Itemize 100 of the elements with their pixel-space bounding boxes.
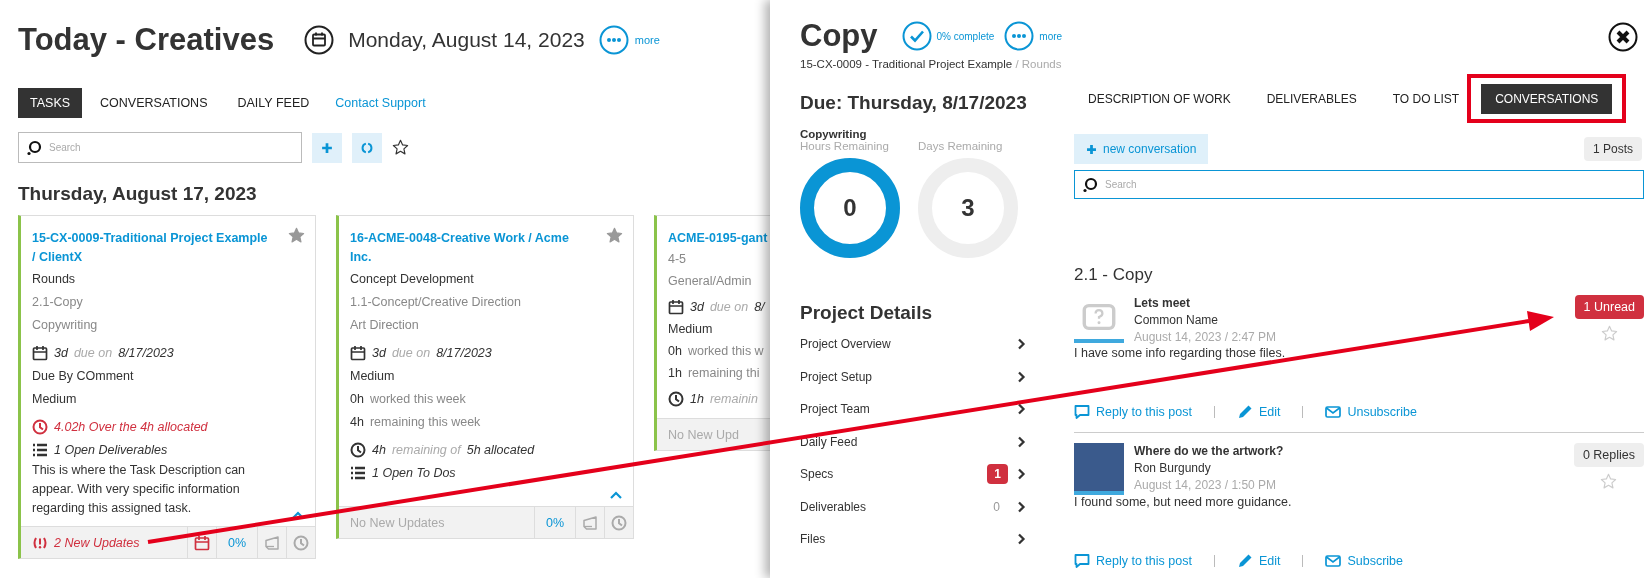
post-author: Common Name xyxy=(1134,312,1220,329)
current-date: Monday, August 14, 2023 xyxy=(348,28,585,52)
overtime-text: 4.02h Over the 4h allocated xyxy=(54,419,208,436)
hours-label: remaining thi xyxy=(687,365,760,382)
due-days: 3d xyxy=(372,342,386,364)
gauge-label: Hours Remaining xyxy=(800,140,890,152)
details-item[interactable]: Files xyxy=(800,523,1044,556)
details-item[interactable]: Specs 1 xyxy=(800,458,1044,491)
more-icon[interactable] xyxy=(1004,21,1035,51)
refresh-button[interactable] xyxy=(352,132,382,163)
card-text: 4-5 xyxy=(668,251,688,268)
due-date: 8/ xyxy=(754,299,765,316)
calendar-icon xyxy=(668,299,684,315)
chevron-right-icon xyxy=(1016,532,1028,547)
more-icon[interactable] xyxy=(598,25,629,55)
subscribe-link[interactable]: Subscribe xyxy=(1325,553,1404,569)
hours-label: worked this week xyxy=(369,391,466,408)
search-field[interactable]: Search xyxy=(1074,170,1644,199)
details-item[interactable]: Project Overview xyxy=(800,328,1044,361)
phase-breadcrumb: / Rounds xyxy=(1015,58,1062,70)
tab[interactable]: CONVERSATIONS xyxy=(1481,84,1613,114)
speech-bubble-icon xyxy=(1074,553,1090,569)
tab[interactable]: DAILY FEED xyxy=(225,88,322,118)
refresh-icon xyxy=(361,141,373,154)
more-link[interactable]: more xyxy=(1039,30,1063,42)
tab[interactable]: TO DO LIST xyxy=(1378,84,1474,114)
hours-amount: 0h xyxy=(668,343,682,360)
due-label: due on xyxy=(391,345,431,362)
open-items-text: 1 Open To Dos xyxy=(372,465,456,482)
reply-link[interactable]: Reply to this post xyxy=(1074,553,1192,569)
hours-label: remainin xyxy=(709,391,758,408)
card-text: Concept Development xyxy=(350,271,475,288)
chevron-right-icon xyxy=(1016,434,1028,449)
hours-amount: 1h xyxy=(690,391,704,408)
details-item[interactable]: Project Setup xyxy=(800,360,1044,393)
due-date-heading: Due: Thursday, 8/17/2023 xyxy=(800,92,1028,114)
clock-icon xyxy=(293,534,309,551)
tab[interactable]: DELIVERABLES xyxy=(1252,84,1371,114)
gauge-value: 3 xyxy=(960,194,976,222)
gauge-value: 0 xyxy=(842,194,858,222)
plus-icon xyxy=(1086,143,1097,155)
gauge-label: Days Remaining xyxy=(918,140,1004,152)
tab[interactable]: DESCRIPTION OF WORK xyxy=(1074,84,1245,114)
hours-amount: 4h xyxy=(350,414,364,431)
reply-link[interactable]: Reply to this post xyxy=(1074,404,1192,420)
envelope-icon xyxy=(1325,553,1342,569)
plus-icon xyxy=(321,141,333,154)
details-item[interactable]: Project Team xyxy=(800,393,1044,426)
updates-text: No New Upd xyxy=(668,427,739,442)
card-text: Medium xyxy=(668,321,714,338)
card-text: Art Direction xyxy=(350,317,420,334)
tab[interactable]: CONVERSATIONS xyxy=(88,88,220,118)
clock-icon xyxy=(32,419,48,435)
chevron-right-icon xyxy=(1016,402,1028,417)
hours-label: remaining this week xyxy=(369,414,481,431)
envelope-icon xyxy=(1325,404,1342,420)
count-badge: 1 xyxy=(987,464,1008,485)
details-heading: Project Details xyxy=(800,302,933,324)
due-date: 8/17/2023 xyxy=(118,345,174,362)
section-heading: 2.1 - Copy xyxy=(1074,265,1154,285)
details-item[interactable]: Deliverables 0 xyxy=(800,490,1044,523)
calendar-icon[interactable] xyxy=(304,25,335,55)
card-text: Copywriting xyxy=(32,317,99,334)
card-text: Due By COmment xyxy=(32,368,135,385)
list-icon xyxy=(350,465,366,481)
post-author: Ron Burgundy xyxy=(1134,460,1212,477)
due-days: 3d xyxy=(54,342,68,364)
tab[interactable]: TASKS xyxy=(18,88,83,118)
chevron-up-icon[interactable] xyxy=(609,490,623,500)
card-text: 1.1-Concept/Creative Direction xyxy=(350,294,522,311)
star-icon[interactable] xyxy=(288,227,305,244)
post-body: I have some info regarding those files. xyxy=(1074,346,1287,360)
post-title[interactable]: Lets meet xyxy=(1134,295,1565,312)
updates-text: No New Updates xyxy=(350,515,445,530)
more-link[interactable]: more xyxy=(634,34,660,46)
due-label: due on xyxy=(73,345,113,362)
allocated-hours: 5h allocated xyxy=(466,442,535,459)
replies-badge: 0 Replies xyxy=(1573,443,1644,467)
add-button[interactable] xyxy=(312,132,342,163)
check-circle-icon[interactable] xyxy=(901,21,932,51)
close-icon[interactable] xyxy=(1608,22,1638,52)
updates-text: 2 New Updates xyxy=(54,535,140,550)
due-date: 8/17/2023 xyxy=(436,345,492,362)
search-field[interactable]: Search xyxy=(18,132,302,163)
card-text: 2.1-Copy xyxy=(32,294,84,311)
panel-title: Copy xyxy=(800,18,878,54)
unread-badge: 1 Unread xyxy=(1574,295,1644,319)
post-body: I found some, but need more guidance. xyxy=(1074,495,1293,509)
clock-icon xyxy=(668,391,684,407)
list-icon xyxy=(32,442,48,458)
star-icon[interactable] xyxy=(606,227,623,244)
post-title[interactable]: Where do we the artwork? xyxy=(1134,443,1564,460)
hours-label: remaining of xyxy=(391,442,461,459)
pencil-icon xyxy=(1236,553,1253,569)
subscribe-link[interactable]: Unsubscribe xyxy=(1325,404,1417,420)
open-items-text: 1 Open Deliverables xyxy=(54,442,168,459)
star-icon[interactable] xyxy=(392,139,409,156)
due-label: due on xyxy=(709,299,749,316)
project-breadcrumb[interactable]: 15-CX-0009 - Traditional Project Example xyxy=(800,58,1013,70)
chevron-right-icon xyxy=(1016,369,1028,384)
